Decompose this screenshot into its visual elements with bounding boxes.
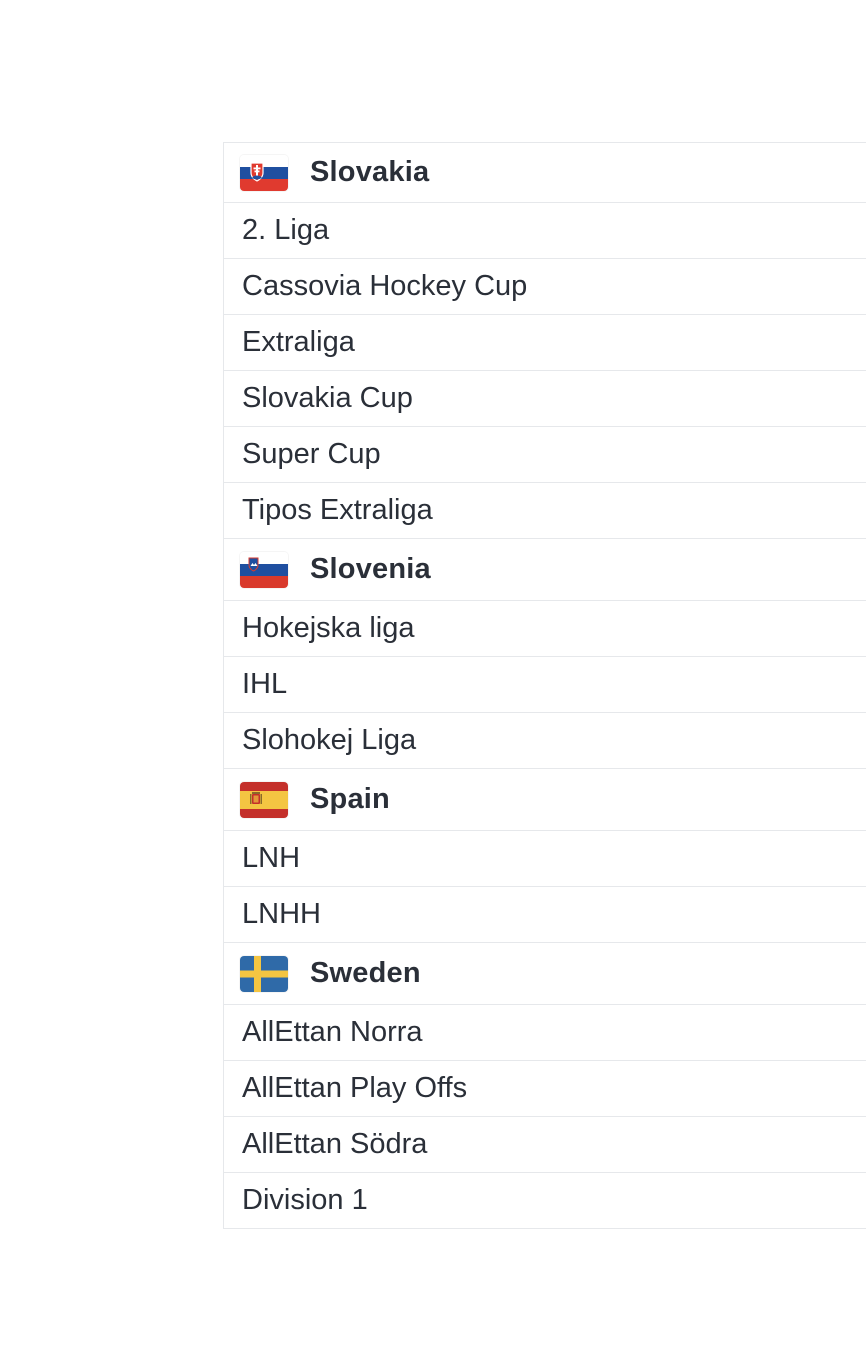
country-name: Spain [310, 783, 390, 815]
sweden-flag-icon [240, 955, 288, 992]
country-header-spain[interactable]: Spain [224, 769, 866, 831]
league-item[interactable]: Tipos Extraliga [224, 483, 866, 539]
league-item[interactable]: Slovakia Cup [224, 371, 866, 427]
country-name: Sweden [310, 957, 421, 989]
country-header-slovenia[interactable]: Slovenia [224, 539, 866, 601]
country-name: Slovakia [310, 156, 430, 188]
league-item[interactable]: IHL [224, 657, 866, 713]
league-item[interactable]: Slohokej Liga [224, 713, 866, 769]
spain-flag-icon [240, 781, 288, 818]
country-name: Slovenia [310, 553, 431, 585]
country-header-sweden[interactable]: Sweden [224, 943, 866, 1005]
country-league-list: Slovakia 2. Liga Cassovia Hockey Cup Ext… [223, 142, 866, 1229]
league-item[interactable]: AllEttan Norra [224, 1005, 866, 1061]
league-item[interactable]: Extraliga [224, 315, 866, 371]
league-item[interactable]: AllEttan Södra [224, 1117, 866, 1173]
country-header-slovakia[interactable]: Slovakia [224, 143, 866, 203]
league-item[interactable]: AllEttan Play Offs [224, 1061, 866, 1117]
league-item[interactable]: Cassovia Hockey Cup [224, 259, 866, 315]
slovakia-flag-icon [240, 154, 288, 191]
league-item[interactable]: LNHH [224, 887, 866, 943]
league-item[interactable]: LNH [224, 831, 866, 887]
league-item[interactable]: Super Cup [224, 427, 866, 483]
league-item[interactable]: Division 1 [224, 1173, 866, 1229]
slovenia-flag-icon [240, 551, 288, 588]
league-item[interactable]: Hokejska liga [224, 601, 866, 657]
league-item[interactable]: 2. Liga [224, 203, 866, 259]
